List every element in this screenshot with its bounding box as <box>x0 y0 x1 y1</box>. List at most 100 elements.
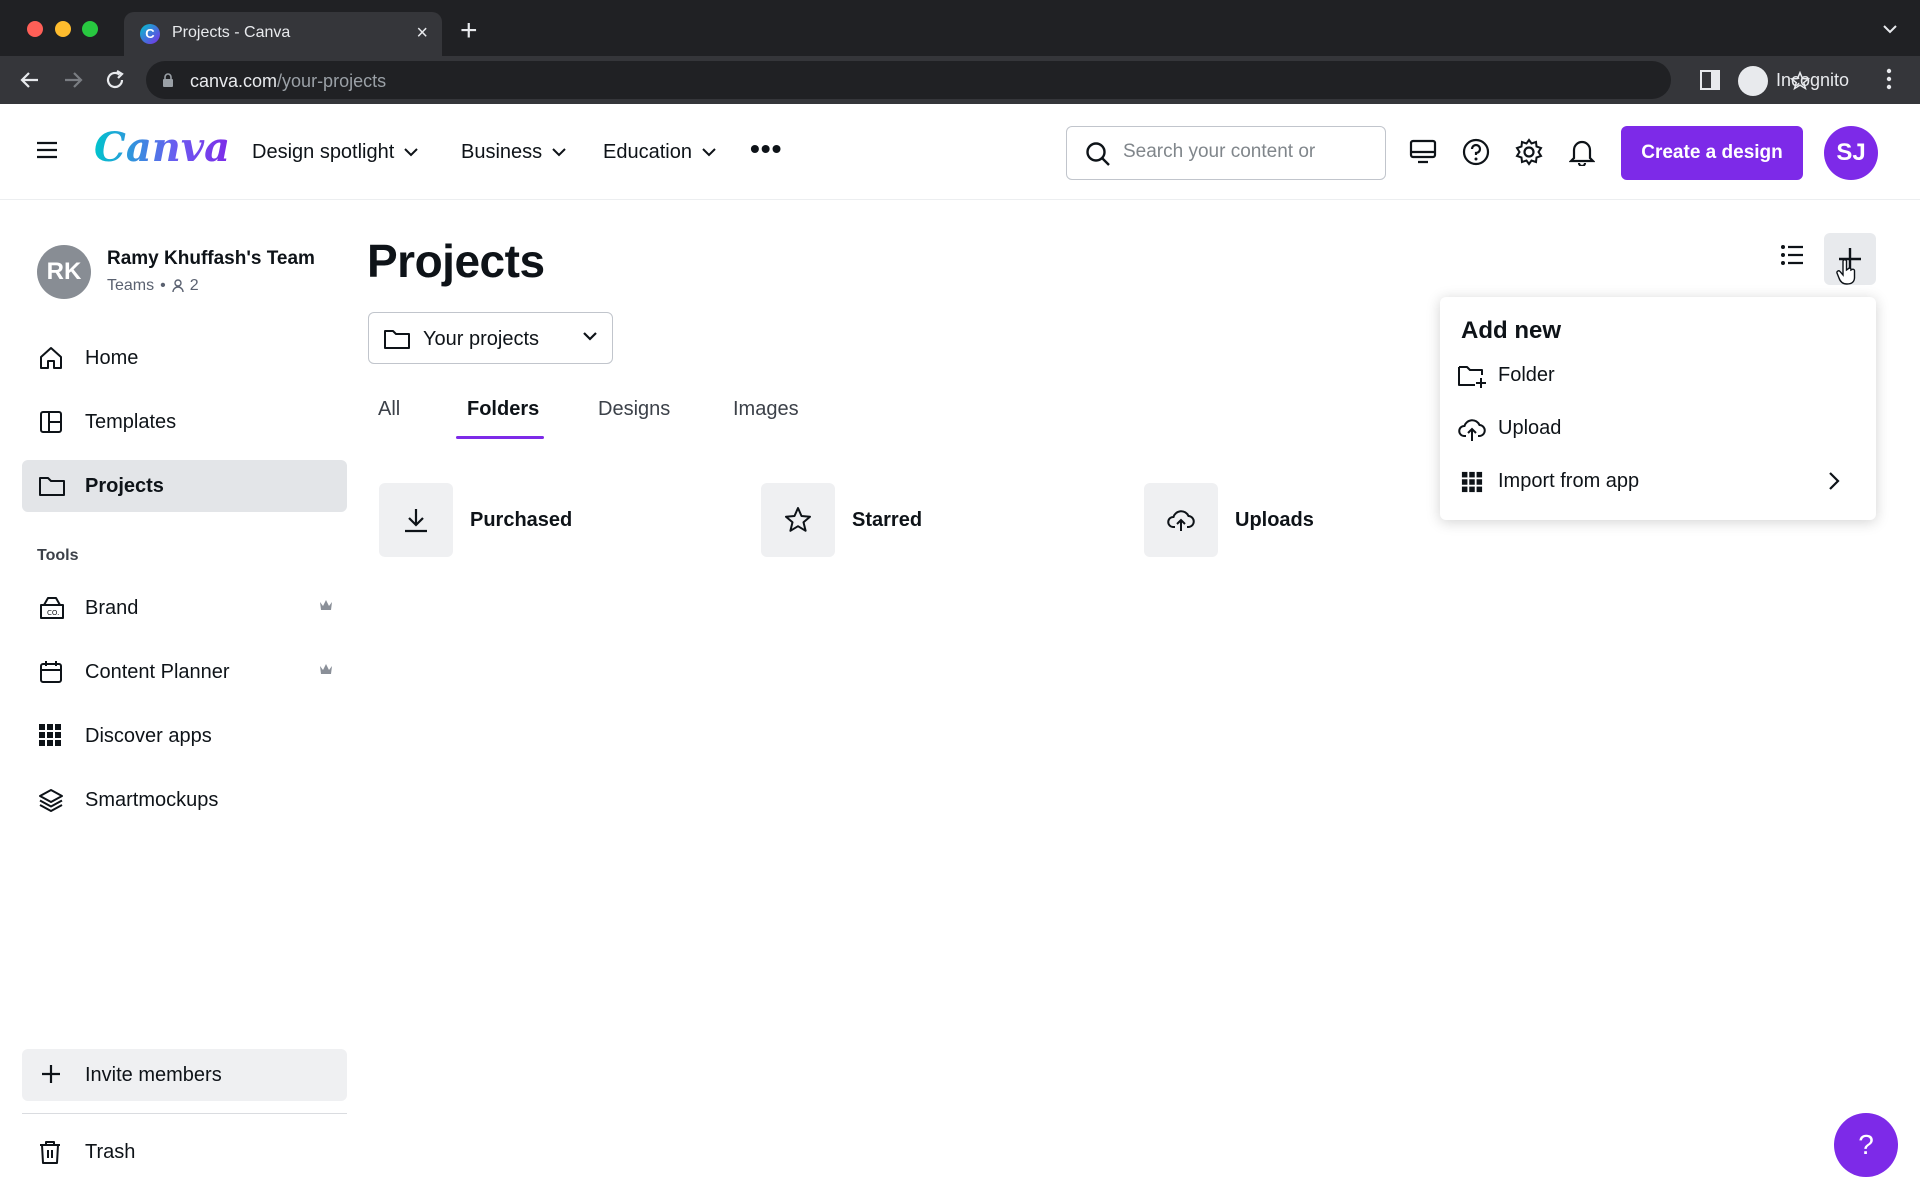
folder-plus-icon <box>1458 366 1486 388</box>
folder-label: Starred <box>852 509 923 531</box>
sidebar-item-projects[interactable]: Projects <box>22 460 347 512</box>
team-name[interactable]: Ramy Khuffash's Team <box>107 248 315 270</box>
folder-tile <box>1144 483 1218 557</box>
chevron-down-icon <box>404 148 419 157</box>
app-header: Canva Design spotlight Business Educatio… <box>0 104 1920 200</box>
tab-all[interactable]: All <box>378 398 400 421</box>
download-icon <box>405 509 427 533</box>
sidebar-item-smartmockups[interactable]: Smartmockups <box>22 774 347 826</box>
folder-label: Uploads <box>1235 509 1314 531</box>
nav-business[interactable]: Business <box>461 141 566 164</box>
tab-designs[interactable]: Designs <box>598 398 670 421</box>
side-panel-icon[interactable] <box>1700 70 1720 90</box>
search-box[interactable] <box>1066 126 1386 180</box>
projects-scope-dropdown[interactable]: Your projects <box>368 312 613 364</box>
help-circle-icon[interactable] <box>1462 138 1490 166</box>
sidebar-item-brand[interactable]: CO. Brand <box>22 582 347 634</box>
tab-images[interactable]: Images <box>733 398 799 421</box>
team-member-count: 2 <box>189 277 199 294</box>
menu-hamburger-icon[interactable] <box>36 140 58 160</box>
sidebar-item-label: Home <box>85 347 139 369</box>
calendar-icon <box>40 661 62 683</box>
folder-icon <box>384 330 410 349</box>
invite-members-label: Invite members <box>85 1064 222 1086</box>
browser-tab-active[interactable]: C Projects - Canva × <box>124 12 442 56</box>
menu-item-upload[interactable]: Upload <box>1440 404 1876 454</box>
create-design-button[interactable]: Create a design <box>1621 126 1803 180</box>
active-tab-indicator <box>456 436 544 439</box>
notifications-bell-icon[interactable] <box>1569 138 1595 166</box>
browser-menu-icon[interactable] <box>1886 68 1892 90</box>
incognito-icon[interactable] <box>1738 66 1768 96</box>
svg-text:CO.: CO. <box>47 609 59 617</box>
sidebar-divider <box>22 1113 347 1114</box>
menu-item-import-from-app[interactable]: Import from app <box>1440 457 1876 507</box>
address-bar[interactable]: canva.com/your-projects <box>146 61 1810 99</box>
nav-education[interactable]: Education <box>603 141 716 164</box>
menu-item-label: Folder <box>1498 364 1555 386</box>
sidebar-item-label: Projects <box>85 475 164 497</box>
sidebar-item-label: Discover apps <box>85 725 212 747</box>
invite-members-button[interactable]: Invite members <box>22 1049 347 1101</box>
team-avatar[interactable]: RK <box>37 245 91 299</box>
folder-label: Purchased <box>470 509 573 531</box>
sidebar-item-content-planner[interactable]: Content Planner <box>22 646 347 698</box>
chevron-down-icon <box>552 148 566 157</box>
nav-design-spotlight[interactable]: Design spotlight <box>252 141 419 164</box>
brand-icon: CO. <box>40 597 64 619</box>
folder-tile <box>761 483 835 557</box>
new-tab-button[interactable]: + <box>460 16 478 46</box>
add-new-menu-title: Add new <box>1461 317 1561 344</box>
sidebar: RK Ramy Khuffash's Team Teams • 2 Home T… <box>0 200 360 1200</box>
sidebar-item-label: Trash <box>85 1141 136 1163</box>
forward-arrow-icon[interactable] <box>61 68 85 92</box>
premium-crown-icon <box>320 600 332 610</box>
url-text: canva.com/your-projects <box>190 71 387 91</box>
canva-logo[interactable]: Canva <box>94 124 230 171</box>
search-input[interactable] <box>1123 141 1373 163</box>
sidebar-item-label: Content Planner <box>85 661 230 683</box>
browser-tab-strip: C Projects - Canva × + <box>0 0 1920 56</box>
nav-label: Education <box>603 141 692 163</box>
members-icon <box>172 279 184 293</box>
more-options-icon[interactable]: ••• <box>750 135 782 163</box>
folder-icon <box>39 477 65 496</box>
page-title: Projects <box>367 235 545 287</box>
incognito-label[interactable]: Incognito <box>1776 70 1849 91</box>
sidebar-item-home[interactable]: Home <box>22 332 347 384</box>
settings-gear-icon[interactable] <box>1515 138 1543 166</box>
sidebar-item-label: Smartmockups <box>85 789 219 811</box>
templates-icon <box>40 411 62 433</box>
back-arrow-icon[interactable] <box>18 68 42 92</box>
sidebar-item-trash[interactable]: Trash <box>22 1126 347 1178</box>
menu-item-label: Upload <box>1498 417 1562 439</box>
desktop-app-icon[interactable] <box>1409 138 1437 164</box>
help-button[interactable]: ? <box>1834 1113 1898 1177</box>
plus-icon <box>42 1065 60 1083</box>
nav-label: Business <box>461 141 543 163</box>
tools-heading: Tools <box>37 547 79 564</box>
home-icon <box>40 347 62 369</box>
separator-dot: • <box>160 277 166 294</box>
sidebar-item-discover-apps[interactable]: Discover apps <box>22 710 347 762</box>
tab-search-chevron-icon[interactable] <box>1882 24 1898 34</box>
menu-item-folder[interactable]: Folder <box>1440 351 1876 401</box>
list-view-icon[interactable] <box>1780 244 1804 266</box>
tab-close-icon[interactable]: × <box>416 23 428 43</box>
hand-cursor-icon <box>1836 259 1856 285</box>
tab-title: Projects - Canva <box>172 24 291 41</box>
team-meta: Teams • 2 <box>107 277 199 295</box>
chevron-right-icon <box>1829 472 1840 490</box>
chevron-down-icon <box>583 332 597 341</box>
window-minimize-button[interactable] <box>55 21 71 37</box>
canva-favicon-icon: C <box>140 24 160 44</box>
window-maximize-button[interactable] <box>82 21 98 37</box>
cloud-upload-icon <box>1167 510 1195 531</box>
window-close-button[interactable] <box>27 21 43 37</box>
cloud-upload-icon <box>1458 419 1486 441</box>
layers-icon <box>39 789 63 812</box>
reload-icon[interactable] <box>103 68 127 92</box>
tab-folders[interactable]: Folders <box>467 398 539 421</box>
sidebar-item-templates[interactable]: Templates <box>22 396 347 448</box>
user-avatar[interactable]: SJ <box>1824 126 1878 180</box>
